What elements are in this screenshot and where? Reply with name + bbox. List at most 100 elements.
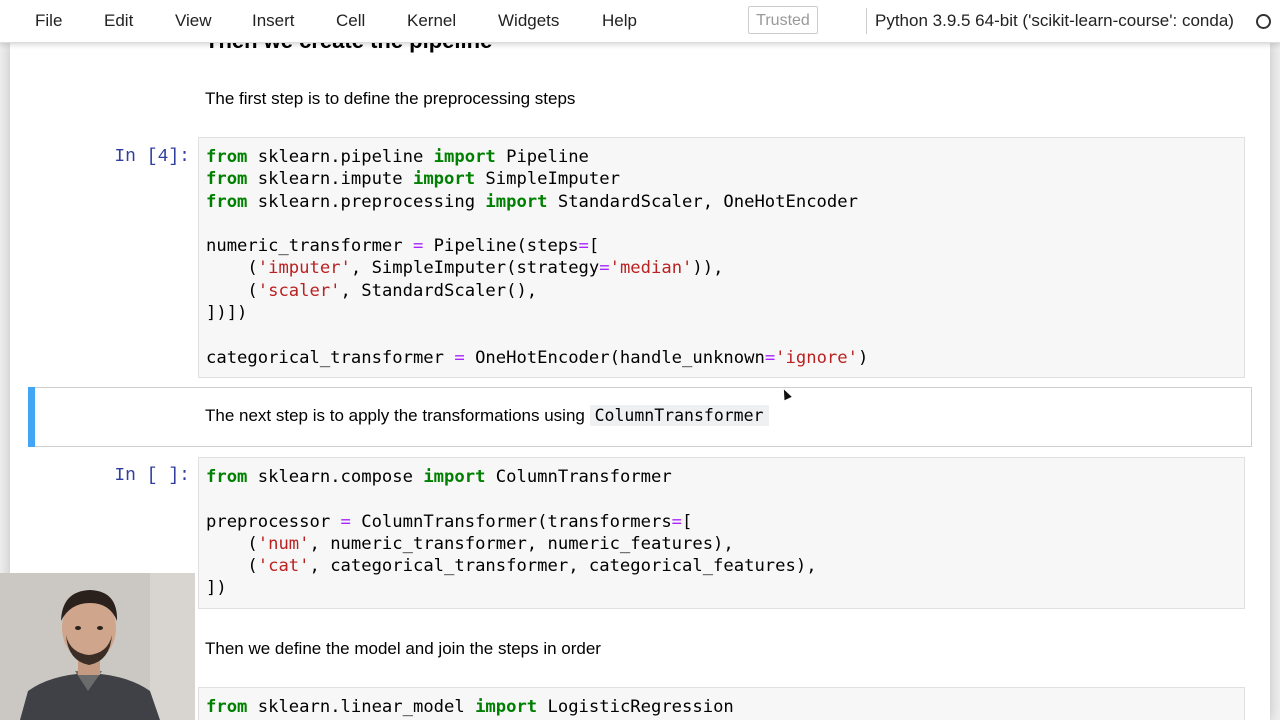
code-token: 'median'	[609, 258, 693, 279]
code-token: [	[588, 236, 600, 257]
markdown-cell-columntransformer[interactable]: The next step is to apply the transforma…	[205, 405, 769, 426]
code-token: 'num'	[257, 533, 310, 554]
code-token: (	[206, 258, 258, 279]
code-token: =	[340, 511, 351, 532]
code-token: , numeric_transformer, numeric_features)…	[309, 533, 734, 554]
code-editor[interactable]: from sklearn.compose import ColumnTransf…	[206, 466, 817, 600]
code-token: from	[206, 191, 248, 212]
code-line: ])	[206, 577, 817, 599]
markdown-cell-preprocessing[interactable]: The first step is to define the preproce…	[205, 89, 575, 109]
selected-cell-indicator	[28, 387, 35, 447]
menu-widgets[interactable]: Widgets	[498, 11, 559, 31]
code-token: ])	[206, 303, 227, 324]
menubar-divider	[866, 8, 867, 34]
code-token: (	[206, 533, 258, 554]
code-line: ('num', numeric_transformer, numeric_fea…	[206, 533, 817, 555]
code-line: ])])	[206, 302, 868, 324]
code-line: numeric_transformer = Pipeline(steps=[	[206, 235, 868, 257]
code-token: from	[206, 467, 248, 487]
code-token: )	[857, 347, 869, 368]
kernel-name[interactable]: Python 3.9.5 64-bit ('scikit-learn-cours…	[875, 11, 1234, 31]
code-token: )),	[692, 258, 724, 279]
code-token: Pipeline(steps	[423, 236, 579, 257]
code-token: =	[671, 511, 683, 532]
code-line: ('imputer', SimpleImputer(strategy='medi…	[206, 257, 868, 279]
code-line: from sklearn.compose import ColumnTransf…	[206, 466, 817, 488]
code-token: from	[206, 147, 248, 167]
code-token: Pipeline	[495, 147, 589, 167]
notebook-menubar: File Edit View Insert Cell Kernel Widget…	[0, 0, 1280, 43]
code-token: OneHotEncoder(handle_unknown	[464, 347, 765, 368]
code-token: import	[485, 191, 548, 212]
markdown-heading-partial: Then we create the pipeline	[205, 42, 492, 54]
code-line: from sklearn.pipeline import Pipeline	[206, 146, 868, 168]
code-line: categorical_transformer = OneHotEncoder(…	[206, 347, 868, 369]
code-editor[interactable]: from sklearn.pipeline import Pipeline fro…	[206, 146, 868, 369]
code-token: SimpleImputer	[475, 169, 620, 190]
code-token: =	[764, 347, 776, 368]
code-token: from	[206, 169, 248, 190]
code-token: =	[454, 347, 465, 368]
code-token: numeric_transformer	[206, 236, 413, 257]
menu-kernel[interactable]: Kernel	[407, 11, 456, 31]
code-token: =	[412, 236, 424, 257]
markdown-text: The next step is to apply the transforma…	[205, 406, 585, 425]
code-token: ])	[206, 578, 227, 599]
code-token: 'scaler'	[257, 280, 341, 301]
code-token: sklearn.impute	[247, 169, 413, 190]
inline-code: ColumnTransformer	[589, 405, 769, 426]
menu-insert[interactable]: Insert	[252, 11, 295, 31]
markdown-cell-model[interactable]: Then we define the model and join the st…	[205, 639, 601, 659]
presenter-video-icon	[0, 573, 195, 720]
code-token: , categorical_transformer, categorical_f…	[309, 556, 817, 577]
code-token: preprocessor	[206, 511, 341, 532]
menu-file[interactable]: File	[35, 11, 62, 31]
code-token: from	[206, 697, 248, 717]
code-token: sklearn.linear_model	[247, 697, 476, 717]
code-line: ('cat', categorical_transformer, categor…	[206, 555, 817, 577]
notebook-container: Then we create the pipeline The first st…	[10, 42, 1270, 720]
webcam-overlay	[0, 573, 195, 720]
code-token: categorical_transformer	[206, 347, 455, 368]
kernel-idle-icon	[1256, 14, 1271, 29]
code-token: =	[578, 236, 589, 257]
code-line: from sklearn.linear_model import Logisti…	[206, 696, 734, 718]
code-line: preprocessor = ColumnTransformer(transfo…	[206, 511, 817, 533]
code-token: 'cat'	[257, 556, 310, 577]
code-token: (	[206, 556, 258, 577]
menu-cell[interactable]: Cell	[336, 11, 365, 31]
code-token: import	[423, 467, 486, 487]
code-token: sklearn.compose	[247, 467, 424, 487]
code-token: import	[475, 697, 538, 717]
code-cell-pipeline[interactable]: from sklearn.pipeline import Pipeline fro…	[198, 137, 1245, 378]
code-line: from sklearn.impute import SimpleImputer	[206, 168, 868, 190]
code-token: StandardScaler, OneHotEncoder	[547, 191, 858, 212]
code-token: =	[599, 258, 610, 279]
code-line: from sklearn.preprocessing import Standa…	[206, 191, 868, 213]
code-token: [	[682, 511, 693, 532]
code-cell-model[interactable]: from sklearn.linear_model import Logisti…	[198, 687, 1245, 720]
code-token: ColumnTransformer	[485, 467, 672, 487]
cell-prompt: In [4]:	[114, 147, 190, 167]
code-token: LogisticRegression	[537, 697, 734, 717]
menu-help[interactable]: Help	[602, 11, 637, 31]
code-token: sklearn.pipeline	[247, 147, 434, 167]
code-token: 'ignore'	[775, 347, 858, 368]
code-token: import	[412, 169, 476, 190]
code-editor[interactable]: from sklearn.linear_model import Logisti…	[206, 696, 734, 718]
menu-edit[interactable]: Edit	[104, 11, 133, 31]
cell-prompt: In [ ]:	[114, 466, 190, 486]
code-token: ])	[226, 303, 248, 324]
code-line: ('scaler', StandardScaler(),	[206, 280, 868, 302]
code-cell-columntransformer[interactable]: from sklearn.compose import ColumnTransf…	[198, 457, 1245, 609]
code-token: , StandardScaler(),	[340, 280, 538, 301]
code-token: ColumnTransformer(transformers	[350, 511, 672, 532]
code-token: (	[206, 280, 258, 301]
code-token: , SimpleImputer(strategy	[350, 258, 600, 279]
code-token: 'imputer'	[257, 258, 351, 279]
menu-view[interactable]: View	[175, 11, 212, 31]
trusted-indicator[interactable]: Trusted	[748, 6, 818, 34]
